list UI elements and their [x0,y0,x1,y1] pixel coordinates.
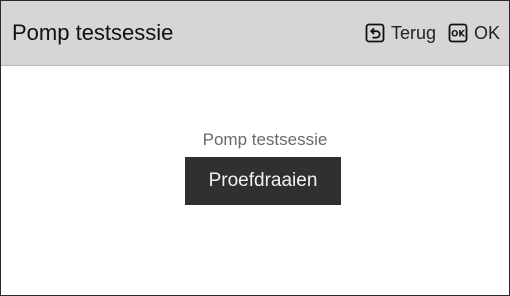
back-label: Terug [390,23,436,43]
ok-label: OK [473,23,500,43]
softkey-bar: Terug OK OK [365,21,500,45]
ok-icon: OK [448,23,468,43]
item-caption: Pomp testsessie [202,130,328,149]
header-bar: Pomp testsessie Terug OK OK [1,1,509,66]
ok-icon-text: OK [451,30,465,40]
ok-button[interactable]: OK OK [448,22,500,44]
main-content: Pomp testsessie Proefdraaien [1,66,509,295]
back-button[interactable]: Terug [365,22,436,44]
page-title: Pomp testsessie [12,20,174,45]
device-screen: Pomp testsessie Terug OK OK Pomp testses… [0,0,510,296]
option-button[interactable]: Proefdraaien [185,157,341,205]
back-icon [365,23,385,43]
